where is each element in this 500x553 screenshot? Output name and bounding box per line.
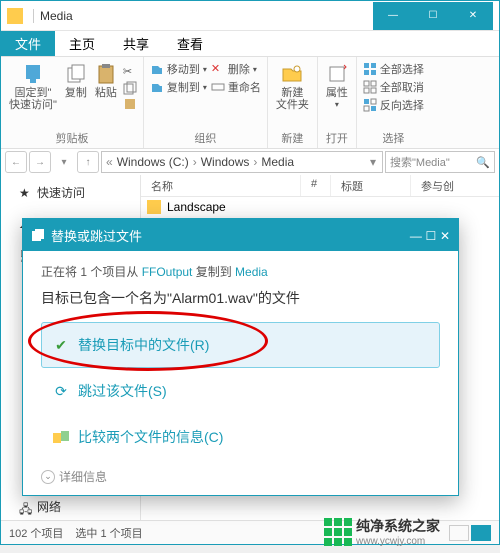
selectnone-button[interactable]: 全部取消 (363, 79, 424, 95)
cut-button[interactable]: ✂ (123, 65, 137, 79)
option-compare[interactable]: 比较两个文件的信息(C) (41, 414, 440, 460)
dialog-body: 正在将 1 个项目从 FFOutput 复制到 Media 目标已包含一个名为"… (23, 251, 458, 472)
selected-count: 选中 1 个项目 (75, 525, 142, 541)
tab-file[interactable]: 文件 (1, 31, 55, 56)
pin-button[interactable]: 固定到" 快速访问" (7, 61, 59, 113)
address-bar: ← → ▾ ↑ « Windows (C:)› Windows› Media ▾… (1, 149, 499, 175)
col-num[interactable]: # (301, 175, 331, 196)
group-organize: 移动到▾ 复制到▾ ✕删除▾ 重命名 组织 (144, 57, 268, 148)
sidebar-item-network[interactable]: 🖧网络 (1, 495, 140, 518)
back-button[interactable]: ← (5, 151, 27, 173)
search-icon: 🔍 (476, 156, 490, 169)
group-label: 组织 (194, 130, 216, 146)
titlebar: Media — ☐ ✕ (1, 1, 499, 31)
dialog-title: 替换或跳过文件 (51, 226, 142, 245)
item-count: 102 个项目 (9, 525, 63, 541)
col-title[interactable]: 标题 (331, 175, 411, 196)
group-select: 全部选择 全部取消 反向选择 选择 (357, 57, 430, 148)
selectall-button[interactable]: 全部选择 (363, 61, 424, 77)
newfolder-button[interactable]: 新建 文件夹 (274, 61, 311, 113)
dialog-close-button[interactable]: ✕ (440, 229, 450, 243)
paste-button[interactable]: 粘贴 (93, 61, 119, 113)
replace-dialog: 替换或跳过文件 — ☐ ✕ 正在将 1 个项目从 FFOutput 复制到 Me… (22, 218, 459, 496)
col-contrib[interactable]: 参与创 (411, 175, 499, 196)
dialog-minimize-button[interactable]: — (410, 229, 422, 243)
sidebar-item-quickaccess[interactable]: ★快速访问 (1, 181, 140, 204)
tab-view[interactable]: 查看 (163, 31, 217, 56)
copy-icon (31, 228, 45, 242)
dest-link[interactable]: Media (235, 265, 268, 279)
copypath-button[interactable] (123, 81, 137, 95)
folder-icon (7, 8, 23, 24)
selectinvert-button[interactable]: 反向选择 (363, 97, 424, 113)
window-title: Media (40, 9, 373, 23)
more-details[interactable]: ⌄ 详细信息 (41, 468, 107, 485)
view-icons-button[interactable] (471, 525, 491, 541)
copy-button[interactable]: 复制 (63, 61, 89, 113)
dialog-titlebar: 替换或跳过文件 — ☐ ✕ (23, 219, 458, 251)
group-open: 属性▾ 打开 (318, 57, 357, 148)
ribbon: 固定到" 快速访问" 复制 粘贴 ✂ 剪贴板 移动到▾ 复制到▾ ✕删除▾ (1, 57, 499, 149)
watermark-logo-icon (324, 518, 352, 546)
up-button[interactable]: ↑ (77, 151, 99, 173)
col-name[interactable]: 名称 (141, 175, 301, 196)
rename-button[interactable]: 重命名 (211, 79, 261, 95)
tab-share[interactable]: 共享 (109, 31, 163, 56)
minimize-button[interactable]: — (373, 2, 413, 30)
compare-icon (52, 428, 70, 446)
search-placeholder: 搜索"Media" (390, 154, 450, 170)
window-buttons: — ☐ ✕ (373, 2, 493, 30)
group-label: 打开 (326, 130, 348, 146)
check-icon: ✔ (52, 336, 70, 354)
moveto-button[interactable]: 移动到▾ (150, 61, 207, 77)
watermark-url: www.ycwjy.com (356, 536, 440, 547)
breadcrumb[interactable]: « Windows (C:)› Windows› Media ▾ (101, 151, 383, 173)
forward-button[interactable]: → (29, 151, 51, 173)
dialog-maximize-button[interactable]: ☐ (426, 229, 437, 243)
star-icon: ★ (19, 186, 33, 200)
option-skip[interactable]: ⟳ 跳过该文件(S) (41, 368, 440, 414)
watermark: 纯净系统之家 www.ycwjy.com (324, 516, 440, 547)
maximize-button[interactable]: ☐ (413, 2, 453, 30)
source-link[interactable]: FFOutput (142, 265, 193, 279)
folder-icon (147, 200, 161, 214)
view-details-button[interactable] (449, 525, 469, 541)
network-icon: 🖧 (19, 500, 33, 514)
group-label: 新建 (281, 130, 303, 146)
group-label: 剪贴板 (55, 130, 88, 146)
close-button[interactable]: ✕ (453, 2, 493, 30)
dialog-heading: 目标已包含一个名为"Alarm01.wav"的文件 (41, 288, 440, 308)
dialog-subtitle: 正在将 1 个项目从 FFOutput 复制到 Media (41, 263, 440, 280)
copyto-button[interactable]: 复制到▾ (150, 79, 207, 95)
ribbon-tabs: 文件 主页 共享 查看 (1, 31, 499, 57)
group-clipboard: 固定到" 快速访问" 复制 粘贴 ✂ 剪贴板 (1, 57, 144, 148)
chevron-down-icon: ⌄ (41, 470, 55, 484)
separator (33, 9, 34, 23)
list-item[interactable]: Landscape (141, 197, 499, 217)
tab-home[interactable]: 主页 (55, 31, 109, 56)
properties-button[interactable]: 属性▾ (324, 61, 350, 112)
watermark-brand: 纯净系统之家 (356, 518, 440, 534)
search-input[interactable]: 搜索"Media" 🔍 (385, 151, 495, 173)
delete-button[interactable]: ✕删除▾ (211, 61, 257, 77)
paste-shortcut-button[interactable] (123, 97, 137, 111)
group-label: 选择 (382, 130, 404, 146)
column-headers: 名称 # 标题 参与创 (141, 175, 499, 197)
group-new: 新建 文件夹 新建 (268, 57, 318, 148)
history-button[interactable]: ▾ (53, 151, 75, 173)
option-replace[interactable]: ✔ 替换目标中的文件(R) (41, 322, 440, 368)
skip-icon: ⟳ (52, 382, 70, 400)
